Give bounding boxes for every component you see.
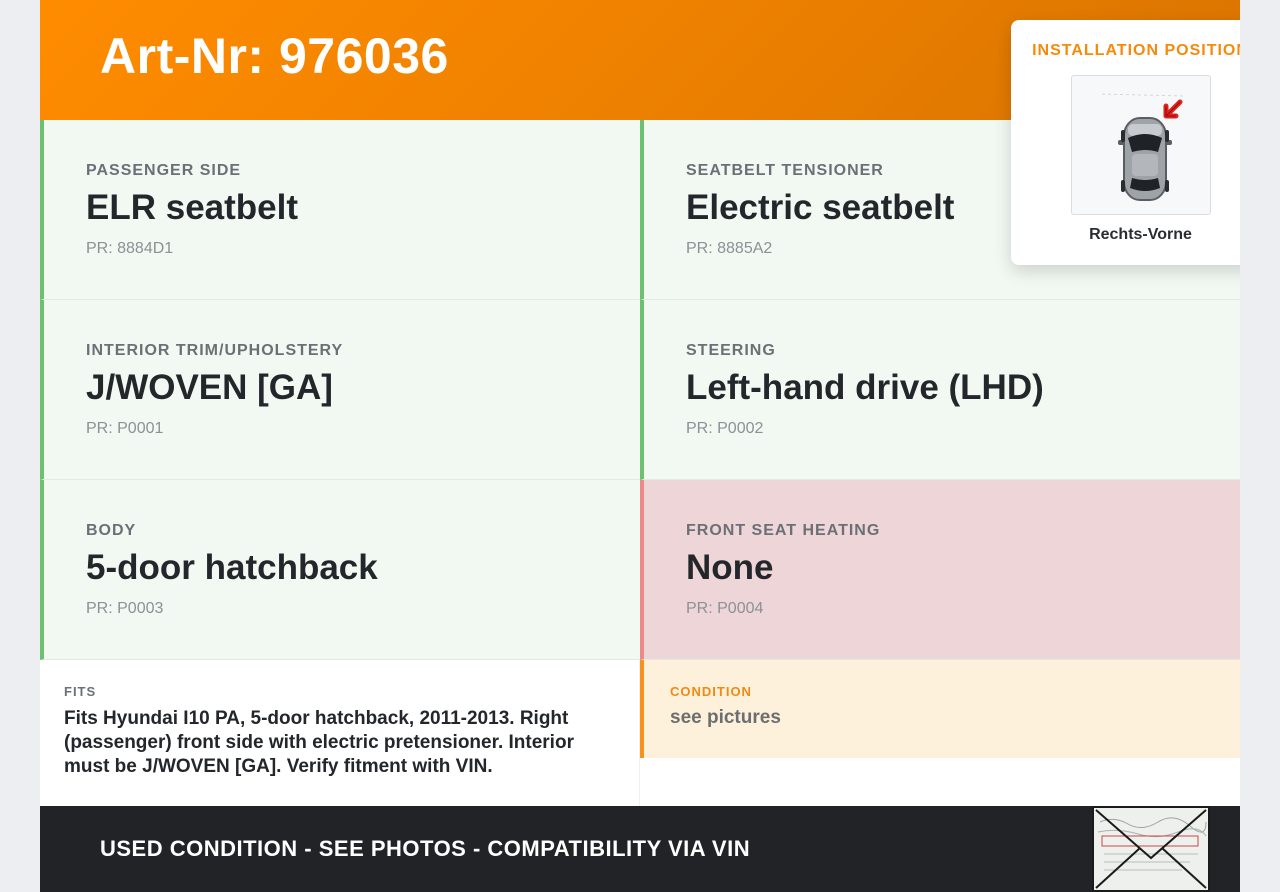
- spec-value: 5-door hatchback: [86, 548, 378, 587]
- spec-cell-passenger-side: PASSENGER SIDE ELR seatbelt PR: 8884D1: [40, 120, 640, 300]
- spec-label: STEERING: [686, 342, 776, 359]
- footer: USED CONDITION - SEE PHOTOS - COMPATIBIL…: [40, 806, 1240, 892]
- spec-cell-front-seat-heating: FRONT SEAT HEATING None PR: P0004: [640, 480, 1240, 660]
- installation-caption: Rechts-Vorne: [1089, 226, 1192, 243]
- spec-pr-code: PR: P0003: [86, 600, 164, 617]
- condition-text: see pictures: [670, 707, 781, 728]
- fits-section: FITS Fits Hyundai I10 PA, 5-door hatchba…: [40, 660, 640, 806]
- spec-cell-interior-trim: INTERIOR TRIM/UPHOLSTERY J/WOVEN [GA] PR…: [40, 300, 640, 480]
- fits-label: FITS: [64, 684, 97, 699]
- spec-pr-code: PR: P0002: [686, 420, 764, 437]
- envelope-icon[interactable]: [1092, 806, 1210, 892]
- fits-text: Fits Hyundai I10 PA, 5-door hatchback, 2…: [64, 708, 574, 777]
- page: Art-Nr: 976036 PASSENGER SIDE ELR seatbe…: [40, 0, 1240, 892]
- spec-label: BODY: [86, 522, 137, 539]
- spec-value: ELR seatbelt: [86, 188, 298, 227]
- footer-banner-text: USED CONDITION - SEE PHOTOS - COMPATIBIL…: [100, 836, 751, 861]
- installation-position-card: INSTALLATION POSITION Rechts-Vorne: [1011, 20, 1240, 265]
- page-title: Art-Nr: 976036: [100, 28, 449, 84]
- spec-label: FRONT SEAT HEATING: [686, 522, 881, 539]
- spec-value: Electric seatbelt: [686, 188, 955, 227]
- spec-pr-code: PR: P0001: [86, 420, 164, 437]
- spec-label: SEATBELT TENSIONER: [686, 162, 884, 179]
- spec-cell-steering: STEERING Left-hand drive (LHD) PR: P0002: [640, 300, 1240, 480]
- installation-title: INSTALLATION POSITION: [1032, 42, 1240, 59]
- spec-label: INTERIOR TRIM/UPHOLSTERY: [86, 342, 344, 359]
- spec-cell-body: BODY 5-door hatchback PR: P0003: [40, 480, 640, 660]
- spec-value: Left-hand drive (LHD): [686, 368, 1044, 407]
- spec-value: J/WOVEN [GA]: [86, 368, 333, 407]
- spec-pr-code: PR: P0004: [686, 600, 764, 617]
- spec-label: PASSENGER SIDE: [86, 162, 242, 179]
- spec-value: None: [686, 548, 774, 587]
- condition-label: CONDITION: [670, 684, 752, 699]
- car-top-view-icon: [1071, 75, 1211, 215]
- condition-section: CONDITION see pictures: [640, 660, 1240, 758]
- spec-pr-code: PR: 8885A2: [686, 240, 773, 257]
- spec-pr-code: PR: 8884D1: [86, 240, 174, 257]
